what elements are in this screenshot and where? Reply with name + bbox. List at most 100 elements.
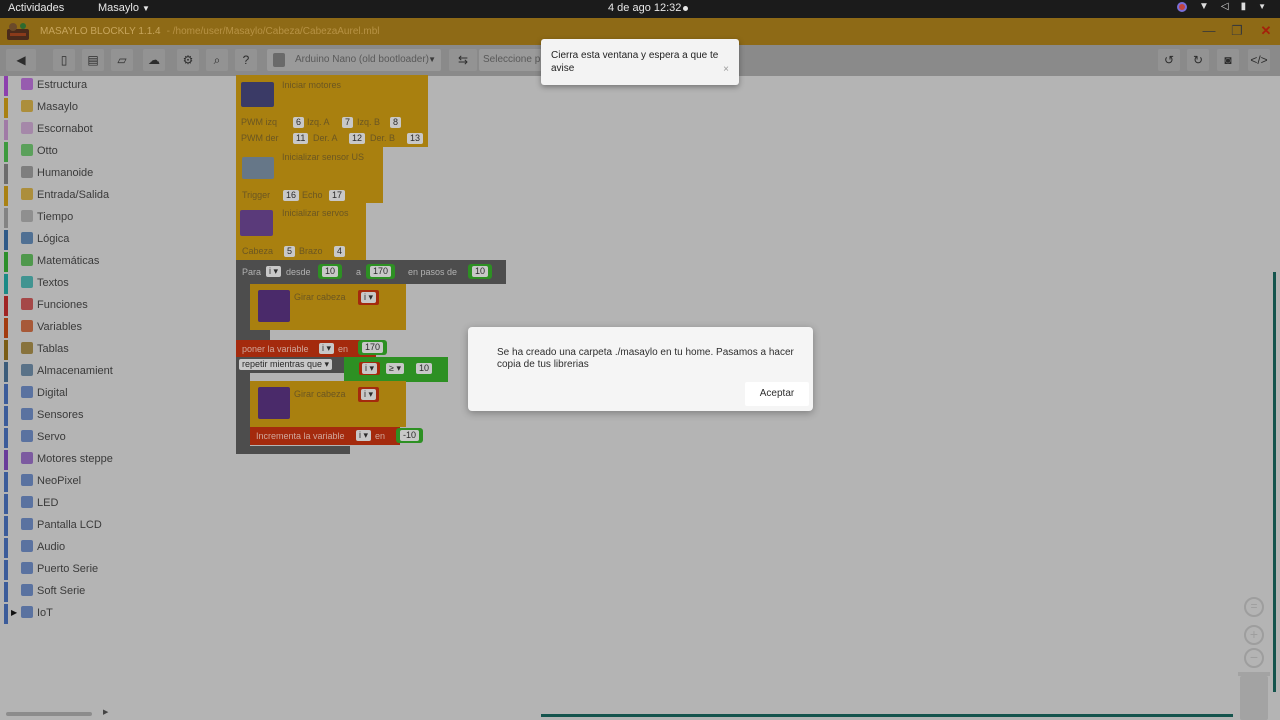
sidebar-item-puerto-serie[interactable]: Puerto Serie [4, 560, 113, 580]
field-izq-b[interactable]: 8 [390, 117, 402, 128]
sidebar-item-digital[interactable]: Digital [4, 384, 113, 404]
field-echo[interactable]: 17 [329, 190, 346, 201]
sidebar-item-variables[interactable]: Variables [4, 318, 113, 338]
undo-icon[interactable]: ↺ [1158, 49, 1180, 71]
field-brazo[interactable]: 4 [334, 246, 346, 257]
minimize-icon[interactable]: — [1200, 22, 1218, 40]
field-var[interactable]: i ▾ [356, 430, 372, 441]
sidebar-item-masaylo[interactable]: Masaylo [4, 98, 113, 118]
field-pwm-der[interactable]: 11 [293, 133, 309, 144]
variable-block[interactable]: i ▾ [359, 362, 381, 375]
field-cabeza[interactable]: 5 [284, 246, 296, 257]
field-pwm-izq[interactable]: 6 [293, 117, 305, 128]
folder-icon[interactable]: ▱ [111, 49, 133, 71]
sidebar-item-sensores[interactable]: Sensores [4, 406, 113, 426]
variable-block[interactable]: i ▾ [358, 290, 380, 305]
toggle-sidebar-button[interactable]: ◀ [6, 49, 36, 71]
block-set-variable[interactable]: poner la variable i ▾ en [236, 340, 376, 357]
field-var[interactable]: i ▾ [362, 363, 378, 374]
field-step[interactable]: 10 [472, 266, 489, 277]
scroll-right-icon[interactable]: ▶ [103, 708, 108, 716]
number-block[interactable]: -10 [396, 428, 424, 443]
field-trigger[interactable]: 16 [283, 190, 300, 201]
reset-zoom-icon[interactable]: = [1244, 597, 1264, 617]
field-var[interactable]: i ▾ [361, 389, 377, 400]
sidebar-item-neopixel[interactable]: NeoPixel [4, 472, 113, 492]
sidebar-item-matemáticas[interactable]: Matemáticas [4, 252, 113, 272]
sidebar-item-humanoide[interactable]: Humanoide [4, 164, 113, 184]
app-indicator-icon[interactable] [1176, 1, 1187, 12]
cloud-upload-icon[interactable]: ☁ [143, 49, 165, 71]
sidebar-item-almacenamiento[interactable]: Almacenamiento [4, 362, 113, 382]
open-file-icon[interactable]: ▤ [82, 49, 104, 71]
field-der-b[interactable]: 13 [407, 133, 424, 144]
new-file-icon[interactable]: ▯ [53, 49, 75, 71]
app-menu[interactable]: Masaylo ▼ [98, 2, 150, 14]
sidebar-item-tablas[interactable]: Tablas [4, 340, 113, 360]
field-der-a[interactable]: 12 [349, 133, 366, 144]
sidebar-item-iot[interactable]: ▶ IoT [4, 604, 113, 624]
clock[interactable]: 4 de ago 12:32 [608, 2, 681, 14]
restore-icon[interactable]: ❐ [1228, 22, 1246, 40]
block-while-loop[interactable]: repetir mientras que ▾ [236, 357, 344, 373]
sidebar-item-funciones[interactable]: Funciones [4, 296, 113, 316]
sidebar-item-textos[interactable]: Textos [4, 274, 113, 294]
gear-icon[interactable]: ⚙ [177, 49, 199, 71]
compare-block[interactable]: i ▾ ≥ ▾ 10 [344, 357, 448, 382]
sidebar-scrollbar[interactable] [6, 712, 92, 716]
sidebar-item-pantalla-lcd[interactable]: Pantalla LCD [4, 516, 113, 536]
activities-button[interactable]: Actividades [8, 2, 64, 14]
sidebar-item-estructura[interactable]: Estructura [4, 76, 113, 96]
close-icon[interactable]: × [723, 63, 729, 76]
system-tray[interactable]: ▼ ◁ ▮ ▼ [1176, 1, 1266, 12]
close-icon[interactable]: ✕ [1257, 22, 1275, 40]
field-value[interactable]: -10 [400, 430, 420, 441]
field-var[interactable]: i ▾ [319, 343, 335, 354]
code-icon[interactable]: </> [1248, 49, 1270, 71]
sidebar-item-led[interactable]: LED [4, 494, 113, 514]
sidebar-item-lógica[interactable]: Lógica [4, 230, 113, 250]
field-from[interactable]: 10 [322, 266, 339, 277]
block-init-us-sensor[interactable]: Inicializar sensor US Trigger 16 Echo 17 [236, 147, 383, 203]
sidebar-item-otto[interactable]: Otto [4, 142, 113, 162]
zoom-out-icon[interactable]: − [1244, 648, 1264, 668]
port-select[interactable]: Seleccione p [479, 49, 543, 71]
block-increment-variable[interactable]: Incrementa la variable i ▾ en [250, 427, 400, 445]
expand-arrow-icon[interactable]: ▶ [11, 604, 17, 622]
field-value[interactable]: 10 [416, 363, 433, 374]
block-init-servos[interactable]: Inicializar servos Cabeza 5 Brazo 4 [236, 203, 366, 260]
block-init-motors[interactable]: Iniciar motores PWM izq 6 Izq. A 7 Izq. … [236, 75, 428, 147]
camera-icon[interactable]: ◙ [1217, 49, 1239, 71]
accept-button[interactable]: Aceptar [745, 382, 809, 406]
workspace-vertical-scrollbar[interactable] [1273, 272, 1276, 692]
number-block[interactable]: 10 [468, 264, 493, 279]
block-turn-head[interactable]: Girar cabeza i ▾ [250, 284, 406, 330]
sidebar-item-tiempo[interactable]: Tiempo [4, 208, 113, 228]
redo-icon[interactable]: ↻ [1187, 49, 1209, 71]
field-value[interactable]: 170 [362, 342, 384, 353]
sidebar-item-servo[interactable]: Servo [4, 428, 113, 448]
field-izq-a[interactable]: 7 [342, 117, 354, 128]
sidebar-item-entrada-salida[interactable]: Entrada/Salida [4, 186, 113, 206]
field-var[interactable]: i ▾ [361, 292, 377, 303]
number-block[interactable]: 170 [358, 340, 388, 355]
zoom-in-icon[interactable]: + [1244, 625, 1264, 645]
field-loop-mode[interactable]: repetir mientras que ▾ [239, 359, 333, 370]
variable-block[interactable]: i ▾ [358, 387, 380, 402]
number-block[interactable]: 170 [366, 264, 396, 279]
field-operator[interactable]: ≥ ▾ [386, 363, 404, 374]
search-icon[interactable]: ⌕ [206, 49, 228, 71]
sidebar-item-motores-steppers[interactable]: Motores steppers [4, 450, 113, 470]
field-var[interactable]: i ▾ [266, 266, 282, 277]
block-for-loop[interactable]: Para i ▾ desde 10 a 170 en pasos de 10 [236, 260, 506, 284]
help-icon[interactable]: ? [235, 49, 257, 71]
block-turn-head[interactable]: Girar cabeza i ▾ [250, 381, 406, 427]
sidebar-item-soft-serie[interactable]: Soft Serie [4, 582, 113, 602]
sidebar-item-escornabot[interactable]: Escornabot [4, 120, 113, 140]
number-block[interactable]: 10 [318, 264, 343, 279]
trash-icon[interactable] [1238, 672, 1270, 720]
sidebar-item-audio[interactable]: Audio [4, 538, 113, 558]
workspace-horizontal-scrollbar[interactable] [541, 714, 1233, 717]
field-to[interactable]: 170 [370, 266, 392, 277]
usb-icon[interactable]: ⇆ [449, 49, 477, 71]
